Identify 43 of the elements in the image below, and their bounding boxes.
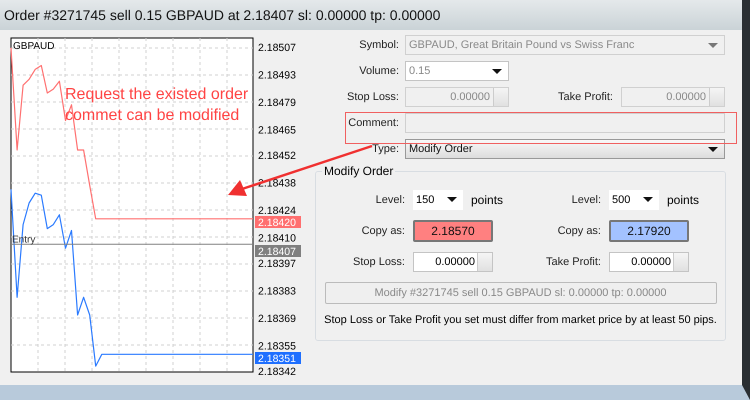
field-label: Take Profit:	[556, 91, 613, 103]
field-label: Volume:	[358, 65, 399, 77]
field-label: Type:	[371, 143, 399, 155]
price-label: 2.18493	[258, 69, 296, 82]
note-text: Stop Loss or Take Profit you set must differ from market price by at least 50 pips.	[324, 313, 717, 328]
field-label: Copy as:	[360, 225, 405, 237]
price-label: 2.18507	[258, 42, 296, 54]
field-label: Stop Loss:	[352, 256, 405, 268]
price-tag: 2.18351	[255, 352, 301, 365]
price-label: 2.18397	[258, 258, 296, 270]
type-dropdown[interactable]: Modify Order	[405, 139, 725, 159]
volume-dropdown[interactable]: 0.15	[405, 61, 509, 81]
price-label: 2.18342	[258, 366, 296, 378]
copy-price-button[interactable]: 2.17920	[609, 220, 689, 242]
price-tag: 2.18420	[255, 216, 301, 229]
price-label: 2.18410	[258, 232, 296, 244]
price-field[interactable]: 0.00000	[609, 252, 689, 272]
price-label: 2.18479	[258, 96, 296, 109]
unit-label: points	[667, 193, 700, 207]
window-title: Order #3271745 sell 0.15 GBPAUD at 2.18407 sl: 0.00000 tp: 0.00000	[0, 0, 750, 30]
field-label: Level:	[374, 194, 405, 206]
price-label: 2.18424	[258, 204, 296, 217]
copy-price-button[interactable]: 2.18570	[413, 220, 493, 242]
field-label: Stop Loss:	[346, 91, 399, 103]
field-label: Copy as:	[556, 225, 601, 237]
price-label: 2.18369	[258, 312, 296, 325]
field-label: Comment:	[347, 117, 399, 129]
price-label: 2.18452	[258, 150, 296, 162]
price-field[interactable]: 0.00000	[413, 252, 493, 272]
level-dropdown[interactable]: 150	[413, 190, 463, 210]
unit-label: points	[471, 193, 504, 207]
group-title: Modify Order	[322, 164, 396, 178]
comment-field[interactable]	[405, 113, 725, 133]
field-label: Level:	[570, 194, 601, 206]
symbol-label: GBPAUD	[13, 41, 54, 52]
level-dropdown[interactable]: 500	[609, 190, 659, 210]
price-tag: 2.18407	[255, 245, 301, 258]
field-label: Symbol:	[358, 39, 399, 51]
price-label: 2.18355	[258, 340, 296, 352]
field-label: Take Profit:	[544, 256, 601, 268]
price-label: 2.18465	[258, 124, 296, 136]
price-label: 2.18383	[258, 285, 296, 298]
annotation-text: Request the existed order	[65, 85, 248, 105]
